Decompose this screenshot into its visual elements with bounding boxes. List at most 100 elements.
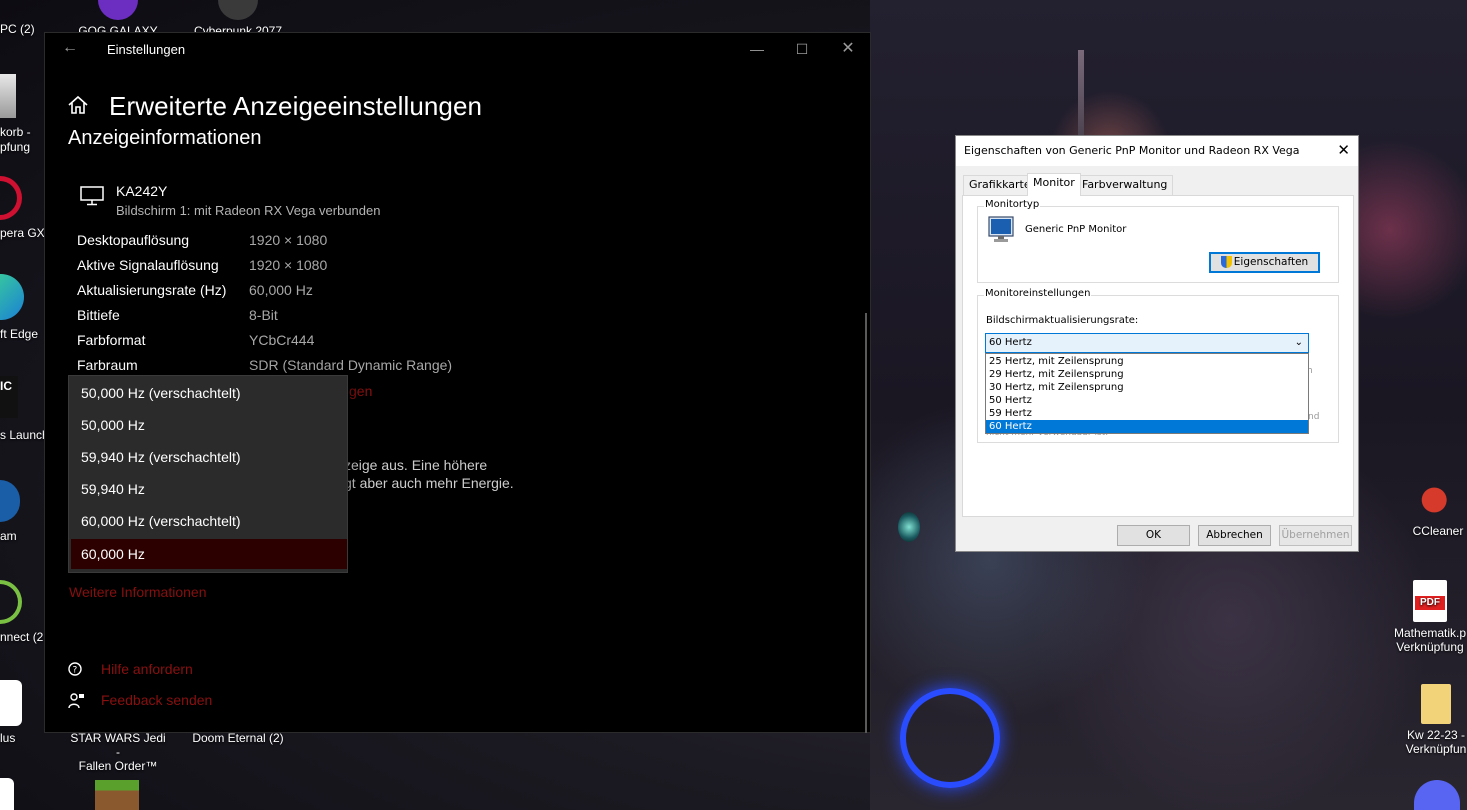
monitor-subtitle: Bildschirm 1: mit Radeon RX Vega verbund…	[116, 203, 381, 218]
monitor-device-icon	[988, 216, 1014, 242]
steam-icon[interactable]	[0, 480, 20, 522]
info-value: 1920 × 1080	[249, 257, 328, 273]
dialog-close-icon[interactable]: ✕	[1337, 141, 1350, 159]
chevron-down-icon: ⌄	[1294, 337, 1303, 348]
monitor-type-name: Generic PnP Monitor	[1025, 224, 1127, 235]
desktop-label-epic[interactable]: s Launch	[0, 428, 49, 442]
apply-button[interactable]: Übernehmen	[1279, 525, 1352, 546]
wallpaper-blue-ring	[900, 688, 1000, 788]
settings-titlebar: ← Einstellungen — ☐ ✕	[45, 33, 870, 65]
obscured-text: nd	[1308, 412, 1320, 422]
refresh-description: zeige aus. Eine höhere gt aber auch mehr…	[344, 456, 514, 492]
group-label: Monitoreinstellungen	[984, 288, 1092, 299]
refresh-option[interactable]: 59 Hertz	[986, 407, 1308, 420]
info-key: Bittiefe	[77, 307, 120, 323]
info-key: Aktive Signalauflösung	[77, 257, 219, 273]
desktop-icon-label: Verknüpfung	[1396, 640, 1464, 654]
settings-scrollbar[interactable]	[865, 313, 867, 733]
more-info-link[interactable]: Weitere Informationen	[69, 584, 206, 600]
pdf-badge: PDF	[1415, 596, 1445, 610]
feedback-link[interactable]: Feedback senden	[101, 692, 212, 708]
maximize-button[interactable]: ☐	[787, 37, 817, 61]
close-button[interactable]: ✕	[833, 37, 863, 61]
help-chat-icon: ?	[68, 662, 82, 676]
cancel-button[interactable]: Abbrechen	[1198, 525, 1271, 546]
refresh-option[interactable]: 30 Hertz, mit Zeilensprung	[986, 381, 1308, 394]
info-key: Aktualisierungsrate (Hz)	[77, 282, 227, 298]
partial-app-icon[interactable]	[0, 778, 14, 810]
desktop-icon-mathematik[interactable]: PDF Mathematik.p Verknüpfung	[1380, 580, 1467, 654]
refresh-option-selected[interactable]: 60,000 Hz	[71, 539, 347, 569]
home-icon[interactable]	[67, 94, 89, 116]
refresh-option[interactable]: 25 Hertz, mit Zeilensprung	[986, 355, 1308, 368]
oculus-icon[interactable]	[0, 680, 22, 726]
refresh-rate-dropdown[interactable]: 50,000 Hz (verschachtelt) 50,000 Hz 59,9…	[68, 375, 348, 573]
refresh-option[interactable]: 50,000 Hz	[71, 410, 347, 440]
refresh-option[interactable]: 50 Hertz	[986, 394, 1308, 407]
desktop-label-edge[interactable]: ft Edge	[0, 327, 38, 341]
adapter-properties-link[interactable]: gen	[349, 383, 372, 399]
info-row: Bittiefe 8-Bit	[77, 307, 537, 327]
monitor-properties-button[interactable]: Eigenschaften	[1209, 252, 1320, 273]
wallpaper-eye	[898, 512, 920, 542]
refresh-option[interactable]: 29 Hertz, mit Zeilensprung	[986, 368, 1308, 381]
minecraft-icon[interactable]	[95, 780, 139, 810]
desktop-icon-ccleaner[interactable]: CCleaner	[1398, 480, 1467, 538]
epic-icon-text: IC	[0, 379, 12, 393]
pdf-file-icon: PDF	[1413, 580, 1447, 622]
minimize-button[interactable]: —	[742, 37, 772, 61]
select-value: 60 Hertz	[989, 337, 1032, 348]
desktop-label-recycle-2[interactable]: pfung	[0, 140, 30, 154]
desktop-label-recycle-1[interactable]: korb -	[0, 125, 31, 139]
refresh-option[interactable]: 59,940 Hz (verschachtelt)	[71, 442, 347, 472]
dialog-titlebar: Eigenschaften von Generic PnP Monitor un…	[956, 136, 1358, 166]
svg-text:?: ?	[73, 666, 78, 676]
group-label: Monitortyp	[984, 199, 1041, 210]
desktop-label-oculus[interactable]: lus	[0, 731, 15, 745]
back-arrow-icon[interactable]: ←	[62, 39, 78, 57]
window-title: Einstellungen	[107, 42, 186, 57]
desktop-icon-kw[interactable]: Kw 22-23 - Verknüpfun	[1396, 684, 1467, 756]
monitor-icon	[80, 186, 104, 206]
info-value: 1920 × 1080	[249, 232, 328, 248]
refresh-rate-select[interactable]: 60 Hertz ⌄	[985, 333, 1309, 353]
desktop-label-steam[interactable]: am	[0, 529, 17, 543]
tab-grafikkarte[interactable]: Grafikkarte	[963, 175, 1037, 195]
info-key: Farbformat	[77, 332, 146, 348]
desktop-label-connect[interactable]: nnect (2	[0, 630, 43, 644]
info-value: YCbCr444	[249, 332, 315, 348]
refresh-option[interactable]: 50,000 Hz (verschachtelt)	[71, 378, 347, 408]
info-value: 8-Bit	[249, 307, 278, 323]
desktop-icon-label: Doom Eternal (2)	[192, 731, 284, 745]
desktop-icon-star-wars[interactable]: STAR WARS Jedi - Fallen Order™	[68, 731, 168, 773]
ok-button[interactable]: OK	[1117, 525, 1190, 546]
info-value: 60,000 Hz	[249, 282, 313, 298]
monitor-properties-dialog: Eigenschaften von Generic PnP Monitor un…	[955, 135, 1359, 552]
desktop-icon-label: Fallen Order™	[78, 759, 158, 773]
refresh-option[interactable]: 60,000 Hz (verschachtelt)	[71, 506, 347, 536]
refresh-option-selected[interactable]: 60 Hertz	[986, 420, 1308, 433]
feedback-icon	[68, 693, 84, 709]
desktop-icon-doom[interactable]: Doom Eternal (2)	[188, 731, 288, 745]
uac-shield-icon	[1220, 256, 1232, 268]
desktop-icon-label: STAR WARS Jedi -	[70, 731, 166, 759]
refresh-option[interactable]: 59,940 Hz	[71, 474, 347, 504]
desktop-icon-label: Kw 22-23 -	[1406, 728, 1466, 742]
info-row: Desktopauflösung 1920 × 1080	[77, 232, 537, 252]
geforce-icon[interactable]	[0, 580, 22, 624]
info-value: SDR (Standard Dynamic Range)	[249, 357, 453, 373]
section-title: Anzeigeinformationen	[68, 127, 262, 149]
help-link[interactable]: Hilfe anfordern	[101, 661, 193, 677]
recycle-bin-icon[interactable]	[0, 74, 16, 118]
description-line: zeige aus. Eine höhere	[344, 457, 488, 473]
desktop-label-pc[interactable]: PC (2)	[0, 22, 35, 36]
refresh-rate-options[interactable]: 25 Hertz, mit Zeilensprung 29 Hertz, mit…	[985, 353, 1309, 434]
tab-farbverwaltung[interactable]: Farbverwaltung	[1076, 175, 1174, 195]
button-label: Eigenschaften	[1233, 256, 1309, 268]
tab-monitor[interactable]: Monitor	[1027, 173, 1081, 196]
epic-games-icon[interactable]: IC	[0, 376, 18, 418]
ccleaner-icon	[1419, 480, 1457, 520]
edge-icon[interactable]	[0, 274, 24, 320]
opera-gx-icon[interactable]	[0, 176, 22, 220]
info-key: Desktopauflösung	[77, 232, 190, 248]
